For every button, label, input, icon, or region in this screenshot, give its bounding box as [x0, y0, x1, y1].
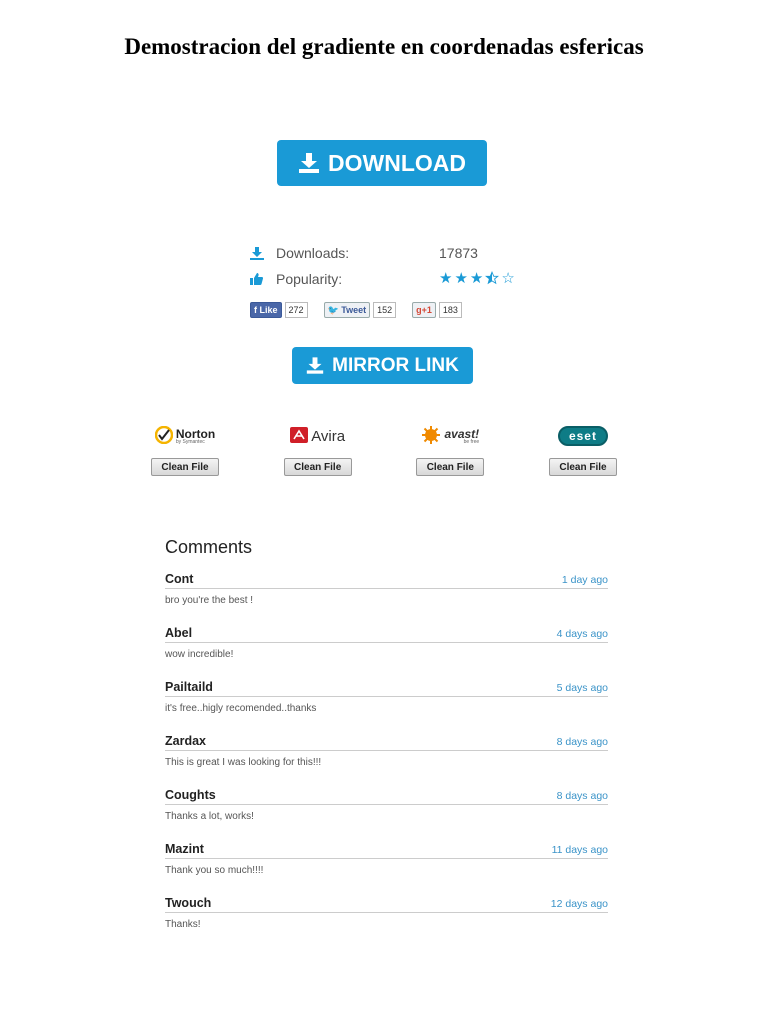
norton-sub: by Symantec — [175, 438, 205, 445]
star-empty-icon: ☆ — [501, 269, 515, 287]
comment-text: wow incredible! — [165, 649, 234, 660]
twitter-icon[interactable]: 🐦 Tweet — [323, 302, 371, 318]
antivirus-norton: Norton by Symantec Clean File — [150, 420, 220, 476]
star-full-icon: ★ — [469, 269, 484, 287]
avast-name: avast! — [444, 426, 480, 441]
comment-author: Coughts — [165, 788, 216, 802]
google-count: 183 — [438, 302, 462, 318]
star-half-icon — [485, 270, 500, 288]
downloads-row: Downloads: 17873 — [250, 240, 530, 266]
thumbs-up-icon — [250, 273, 276, 285]
antivirus-eset: eset Clean File — [548, 420, 618, 476]
popularity-stars: ★ ★ ★ ☆ — [439, 271, 515, 288]
facebook-like[interactable]: f Like 272 — [250, 302, 308, 318]
download-count-icon — [250, 246, 276, 260]
star-full-icon: ★ — [454, 269, 468, 287]
comment-time[interactable]: 8 days ago — [557, 790, 608, 802]
mirror-link-button[interactable]: MIRROR LINK — [292, 347, 473, 384]
clean-file-button[interactable]: Clean File — [151, 458, 219, 476]
comment-author: Cont — [165, 572, 194, 586]
comment-time[interactable]: 11 days ago — [552, 844, 608, 856]
comment-text: Thank you so much!!!! — [165, 865, 264, 876]
comment-time[interactable]: 4 days ago — [557, 628, 608, 640]
comment-text: bro you're the best ! — [165, 595, 254, 606]
comment-item: Zardax 8 days ago This is great I was lo… — [165, 734, 608, 788]
star-full-icon: ★ — [439, 269, 453, 287]
download-button[interactable]: DOWNLOAD — [277, 140, 487, 186]
downloads-value: 17873 — [439, 245, 478, 261]
norton-check-icon — [154, 425, 174, 447]
comments-heading: Comments — [165, 537, 253, 557]
google-plus-icon[interactable]: g +1 — [412, 302, 436, 318]
comment-text: This is great I was looking for this!!! — [165, 757, 322, 768]
mirror-link-label: MIRROR LINK — [332, 354, 459, 376]
facebook-icon[interactable]: f Like — [250, 302, 282, 318]
clean-file-button[interactable]: Clean File — [283, 458, 352, 476]
comment-item: Abel 4 days ago wow incredible! — [165, 626, 608, 680]
avira-umbrella-icon — [290, 426, 309, 446]
comment-item: Pailtaild 5 days ago it's free..higly re… — [165, 680, 608, 734]
comment-author: Pailtaild — [165, 680, 213, 694]
comment-item: Mazint 11 days ago Thank you so much!!!! — [165, 842, 608, 896]
download-icon — [306, 357, 324, 374]
comment-text: Thanks a lot, works! — [165, 811, 254, 822]
page-title: Demostracion del gradiente en coordenada… — [124, 34, 644, 59]
avira-logo: Avira — [290, 420, 345, 452]
download-icon — [298, 153, 320, 173]
download-stats: Downloads: 17873 Popularity: ★ ★ ★ ☆ — [250, 240, 530, 292]
comment-author: Twouch — [165, 896, 212, 910]
google-plus-label: +1 — [421, 305, 432, 315]
avast-logo: avast! be free — [421, 420, 479, 452]
tweet-label: Tweet — [341, 305, 367, 315]
social-buttons: f Like 272 🐦 Tweet 152 g +1 183 — [250, 302, 462, 318]
facebook-like-label: Like — [259, 305, 278, 315]
avast-sub: be free — [463, 438, 480, 445]
comment-author: Abel — [165, 626, 193, 640]
antivirus-avast: avast! be free Clean File — [415, 420, 485, 476]
comment-time[interactable]: 5 days ago — [557, 682, 608, 694]
comment-text: Thanks! — [165, 919, 201, 930]
facebook-count: 272 — [284, 302, 308, 318]
norton-logo: Norton by Symantec — [154, 420, 216, 452]
popularity-label: Popularity: — [276, 271, 343, 287]
comment-author: Mazint — [165, 842, 204, 856]
comment-item: Twouch 12 days ago Thanks! — [165, 896, 608, 950]
eset-logo: eset — [557, 420, 608, 452]
twitter-count: 152 — [373, 302, 397, 318]
antivirus-avira: Avira Clean File — [283, 420, 353, 476]
comment-item: Coughts 8 days ago Thanks a lot, works! — [165, 788, 608, 842]
comments-section: Comments Cont 1 day ago bro you're the b… — [165, 536, 608, 950]
twitter-tweet[interactable]: 🐦 Tweet 152 — [323, 302, 397, 318]
avast-ball-icon — [421, 425, 441, 448]
clean-file-button[interactable]: Clean File — [416, 458, 485, 476]
comment-author: Zardax — [165, 734, 206, 748]
comment-text: it's free..higly recomended..thanks — [165, 703, 317, 714]
comment-time[interactable]: 1 day ago — [562, 574, 608, 586]
clean-file-button[interactable]: Clean File — [548, 458, 617, 476]
comment-time[interactable]: 8 days ago — [557, 736, 608, 748]
avira-name: Avira — [311, 427, 346, 445]
eset-badge-icon: eset — [557, 426, 608, 446]
norton-name: Norton — [175, 426, 216, 441]
antivirus-scan-results: Norton by Symantec Clean File Avira Clea… — [150, 420, 618, 476]
google-plus-one[interactable]: g +1 183 — [412, 302, 462, 318]
downloads-label: Downloads: — [276, 245, 350, 261]
comment-time[interactable]: 12 days ago — [551, 898, 608, 910]
eset-name: eset — [568, 429, 597, 443]
comment-item: Cont 1 day ago bro you're the best ! — [165, 572, 608, 626]
download-button-label: DOWNLOAD — [328, 149, 466, 176]
popularity-row: Popularity: ★ ★ ★ ☆ — [250, 266, 530, 292]
